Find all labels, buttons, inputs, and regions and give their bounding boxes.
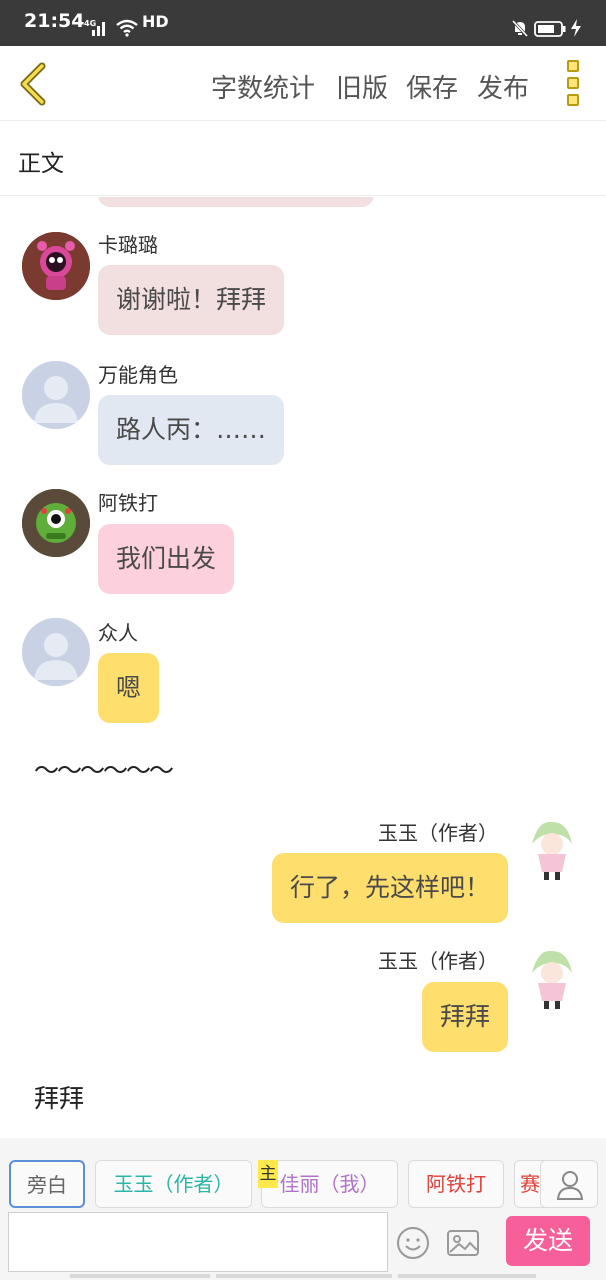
- scroll-indicator: [70, 1274, 210, 1278]
- old-version-button[interactable]: 旧版: [336, 68, 388, 105]
- bell-muted-icon: [511, 19, 529, 38]
- message-input[interactable]: [8, 1212, 388, 1272]
- status-bar: 21:54 4G HD: [0, 0, 606, 46]
- sender-name: 卡璐璐: [98, 233, 158, 257]
- emoji-icon[interactable]: [396, 1226, 430, 1260]
- sender-name: 玉玉（作者）: [378, 949, 498, 973]
- vertical-dots-icon: [567, 60, 579, 72]
- image-icon[interactable]: [446, 1226, 480, 1260]
- character-chip-narrator[interactable]: 旁白: [9, 1160, 85, 1208]
- status-time: 21:54: [24, 10, 85, 32]
- avatar[interactable]: [22, 489, 90, 557]
- default-person-avatar-icon: [22, 361, 90, 429]
- avatar[interactable]: [518, 943, 586, 1011]
- character-chip-self[interactable]: 佳丽（我）: [261, 1160, 398, 1208]
- message-bubble[interactable]: 我们出发: [98, 524, 235, 594]
- person-icon: [556, 1171, 584, 1200]
- battery-icon: [534, 21, 566, 37]
- avatar[interactable]: [22, 232, 90, 300]
- section-label: 正文: [18, 151, 64, 177]
- character-chip-author[interactable]: 玉玉（作者）: [95, 1160, 252, 1208]
- wifi-icon: [116, 19, 138, 37]
- narration-text[interactable]: 拜拜: [34, 1079, 84, 1115]
- default-person-avatar-icon: [22, 618, 90, 686]
- charging-icon: [571, 19, 581, 37]
- sender-name: 阿铁打: [98, 491, 158, 515]
- send-button[interactable]: 发送: [506, 1216, 590, 1266]
- message-bubble[interactable]: 路人丙：……: [98, 395, 285, 465]
- avatar[interactable]: [518, 814, 586, 882]
- anime-girl-avatar-icon: [518, 943, 586, 1011]
- message-bubble[interactable]: 行了，先这样吧！: [271, 853, 508, 923]
- publish-button[interactable]: 发布: [477, 68, 529, 105]
- save-button[interactable]: 保存: [406, 68, 458, 105]
- app-header: 字数统计 旧版 保存 发布: [0, 46, 606, 121]
- main-character-badge: 主: [258, 1160, 278, 1188]
- character-manage-button[interactable]: [540, 1160, 598, 1208]
- quality-label: HD: [142, 12, 169, 31]
- sender-name: 众人: [98, 621, 138, 645]
- composer-bar: 旁白 玉玉（作者） 佳丽（我） 主 阿铁打 赛 发送: [0, 1138, 606, 1280]
- narration-text[interactable]: 〜〜〜〜〜〜: [34, 751, 174, 787]
- character-chip-atieda[interactable]: 阿铁打: [408, 1160, 504, 1208]
- anime-girl-avatar-icon: [518, 814, 586, 882]
- more-menu-button[interactable]: [560, 60, 586, 108]
- robot-avatar-icon: [22, 232, 90, 300]
- avatar[interactable]: [22, 618, 90, 686]
- section-header: 正文: [0, 122, 606, 196]
- word-count-button[interactable]: 字数统计: [211, 68, 315, 105]
- avatar[interactable]: [22, 361, 90, 429]
- message-bubble[interactable]: 拜拜: [421, 982, 508, 1052]
- chat-area[interactable]: 卡璐璐 谢谢啦！拜拜 万能角色 路人丙：…… 阿铁打 我们出发 众人 嗯 〜〜〜…: [0, 197, 606, 1137]
- message-bubble[interactable]: 嗯: [98, 653, 160, 723]
- signal-icon: [92, 22, 105, 36]
- chevron-left-icon: [20, 62, 46, 106]
- sender-name: 万能角色: [98, 363, 178, 387]
- message-bubble[interactable]: 谢谢啦！拜拜: [98, 265, 285, 335]
- back-button[interactable]: [14, 60, 54, 108]
- green-monster-avatar-icon: [22, 489, 90, 557]
- sender-name: 玉玉（作者）: [378, 821, 498, 845]
- previous-message-bubble: [98, 197, 374, 207]
